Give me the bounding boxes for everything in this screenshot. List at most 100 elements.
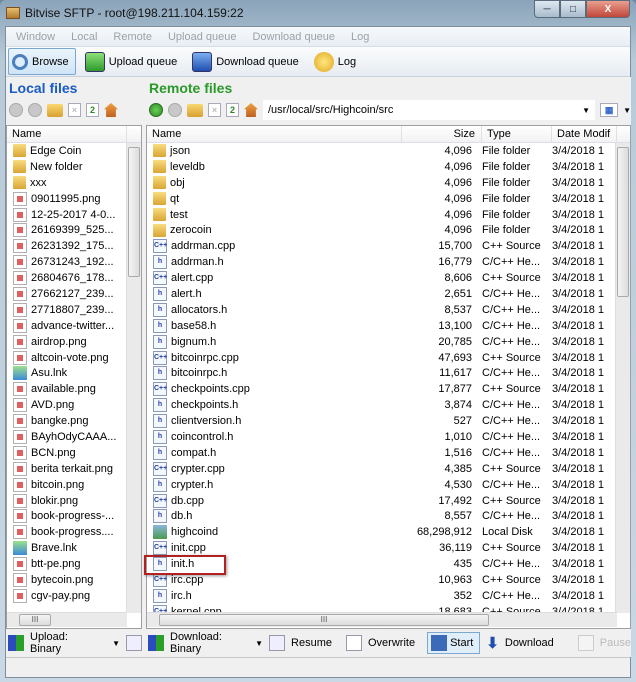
remote-path-input[interactable]: /usr/local/src/Highcoin/src ▼ [263, 100, 596, 120]
back-icon[interactable] [149, 103, 163, 117]
list-item[interactable]: airdrop.png [7, 334, 141, 350]
local-horizontal-scrollbar[interactable]: III [7, 612, 127, 627]
refresh-icon[interactable]: 2 [226, 103, 239, 117]
table-row[interactable]: h irc.h 352 C/C++ He... 3/4/2018 1 [147, 588, 630, 604]
table-row[interactable]: h compat.h 1,516 C/C++ He... 3/4/2018 1 [147, 445, 630, 461]
view-mode-icon[interactable]: ▦ [600, 103, 619, 117]
list-item[interactable]: 12-25-2017 4-0... [7, 207, 141, 223]
table-row[interactable]: C++ bitcoinrpc.cpp 47,693 C++ Source 3/4/201… [147, 350, 630, 366]
list-item[interactable]: BCN.png [7, 445, 141, 461]
table-row[interactable]: h checkpoints.h 3,874 C/C++ He... 3/4/2018 1 [147, 397, 630, 413]
local-vertical-scrollbar[interactable] [126, 143, 141, 613]
table-row[interactable]: leveldb 4,096 File folder 3/4/2018 1 [147, 159, 630, 175]
list-item[interactable]: book-progress-... [7, 508, 141, 524]
table-row[interactable]: h bignum.h 20,785 C/C++ He... 3/4/2018 1 [147, 334, 630, 350]
remote-vertical-scrollbar[interactable] [615, 143, 630, 613]
pause-button[interactable]: Pause [600, 637, 631, 649]
list-item[interactable]: cgv-pay.png [7, 588, 141, 604]
maximize-button[interactable]: □ [560, 0, 586, 18]
column-name[interactable]: Name [7, 126, 127, 142]
table-row[interactable]: h addrman.h 16,779 C/C++ He... 3/4/2018 1 [147, 254, 630, 270]
column-size[interactable]: Size [402, 126, 482, 142]
column-date-modified[interactable]: Date Modif [552, 126, 617, 142]
table-row[interactable]: json 4,096 File folder 3/4/2018 1 [147, 143, 630, 159]
table-row[interactable]: qt 4,096 File folder 3/4/2018 1 [147, 191, 630, 207]
download-queue-button[interactable]: Download queue [189, 48, 305, 75]
home-icon[interactable] [244, 103, 258, 117]
resume-button[interactable]: Resume [291, 637, 332, 649]
minimize-button[interactable]: ─ [534, 0, 560, 18]
upload-mode-select[interactable]: Upload: Binary [30, 631, 96, 655]
home-icon[interactable] [104, 103, 118, 117]
table-row[interactable]: C++ init.cpp 36,119 C++ Source 3/4/2018 1 [147, 540, 630, 556]
list-item[interactable]: Asu.lnk [7, 365, 141, 381]
resume-icon[interactable] [126, 635, 142, 651]
table-row[interactable]: h allocators.h 8,537 C/C++ He... 3/4/2018 1 [147, 302, 630, 318]
list-item[interactable]: New folder [7, 159, 141, 175]
forward-icon[interactable] [28, 103, 42, 117]
download-mode-select[interactable]: Download: Binary [170, 631, 235, 655]
list-item[interactable]: Brave.lnk [7, 540, 141, 556]
list-item[interactable]: bangke.png [7, 413, 141, 429]
remote-horizontal-scrollbar[interactable]: III [147, 612, 617, 627]
table-row[interactable]: h bitcoinrpc.h 11,617 C/C++ He... 3/4/2018 1 [147, 365, 630, 381]
delete-icon[interactable]: × [68, 103, 81, 117]
list-item[interactable]: available.png [7, 381, 141, 397]
table-row[interactable]: C++ addrman.cpp 15,700 C++ Source 3/4/2018 1 [147, 238, 630, 254]
menu-log[interactable]: Log [343, 31, 377, 43]
table-row[interactable]: h alert.h 2,651 C/C++ He... 3/4/2018 1 [147, 286, 630, 302]
list-item[interactable]: Edge Coin [7, 143, 141, 159]
start-button[interactable]: Start [427, 632, 481, 654]
overwrite-button[interactable]: Overwrite [368, 637, 415, 649]
column-name[interactable]: Name [147, 126, 402, 142]
table-row[interactable]: h crypter.h 4,530 C/C++ He... 3/4/2018 1 [147, 477, 630, 493]
table-row[interactable]: C++ crypter.cpp 4,385 C++ Source 3/4/2018 1 [147, 461, 630, 477]
table-row[interactable]: h coincontrol.h 1,010 C/C++ He... 3/4/2018 1 [147, 429, 630, 445]
table-row[interactable]: C++ db.cpp 17,492 C++ Source 3/4/2018 1 [147, 493, 630, 509]
list-item[interactable]: berita terkait.png [7, 461, 141, 477]
table-row[interactable]: h db.h 8,557 C/C++ He... 3/4/2018 1 [147, 508, 630, 524]
list-item[interactable]: bytecoin.png [7, 572, 141, 588]
list-item[interactable]: 26804676_178... [7, 270, 141, 286]
menu-window[interactable]: Window [8, 31, 63, 43]
upload-queue-button[interactable]: Upload queue [82, 48, 184, 75]
delete-icon[interactable]: × [208, 103, 221, 117]
menu-remote[interactable]: Remote [105, 31, 160, 43]
forward-icon[interactable] [168, 103, 182, 117]
table-row[interactable]: obj 4,096 File folder 3/4/2018 1 [147, 175, 630, 191]
column-type[interactable]: Type [482, 126, 552, 142]
list-item[interactable]: 26231392_175... [7, 238, 141, 254]
list-item[interactable]: 27718807_239... [7, 302, 141, 318]
list-item[interactable]: 26731243_192... [7, 254, 141, 270]
list-item[interactable]: 09011995.png [7, 191, 141, 207]
close-button[interactable]: X [586, 0, 630, 18]
list-item[interactable]: 27662127_239... [7, 286, 141, 302]
back-icon[interactable] [9, 103, 23, 117]
table-row[interactable]: highcoind 68,298,912 Local Disk 3/4/2018 1 [147, 524, 630, 540]
table-row[interactable]: h base58.h 13,100 C/C++ He... 3/4/2018 1 [147, 318, 630, 334]
table-row[interactable]: C++ alert.cpp 8,606 C++ Source 3/4/2018 1 [147, 270, 630, 286]
list-item[interactable]: bitcoin.png [7, 477, 141, 493]
table-row[interactable]: zerocoin 4,096 File folder 3/4/2018 1 [147, 222, 630, 238]
table-row[interactable]: test 4,096 File folder 3/4/2018 1 [147, 207, 630, 223]
download-button[interactable]: Download [505, 637, 554, 649]
list-item[interactable]: blokir.png [7, 493, 141, 509]
refresh-icon[interactable]: 2 [86, 103, 99, 117]
chevron-down-icon[interactable]: ▼ [582, 106, 590, 115]
menu-local[interactable]: Local [63, 31, 105, 43]
table-row[interactable]: C++ checkpoints.cpp 17,877 C++ Source 3/4/20… [147, 381, 630, 397]
table-row[interactable]: h clientversion.h 527 C/C++ He... 3/4/2018 1 [147, 413, 630, 429]
list-item[interactable]: BAyhOdyCAAA... [7, 429, 141, 445]
list-item[interactable]: book-progress.... [7, 524, 141, 540]
folder-up-icon[interactable] [187, 103, 203, 117]
chevron-down-icon[interactable]: ▼ [623, 106, 631, 115]
log-button[interactable]: Log [311, 48, 362, 75]
menu-download-queue[interactable]: Download queue [244, 31, 343, 43]
list-item[interactable]: altcoin-vote.png [7, 350, 141, 366]
menu-upload-queue[interactable]: Upload queue [160, 31, 245, 43]
list-item[interactable]: AVD.png [7, 397, 141, 413]
chevron-down-icon[interactable]: ▼ [112, 639, 120, 648]
list-item[interactable]: xxx [7, 175, 141, 191]
browse-button[interactable]: Browse [8, 48, 76, 75]
chevron-down-icon[interactable]: ▼ [255, 639, 263, 648]
